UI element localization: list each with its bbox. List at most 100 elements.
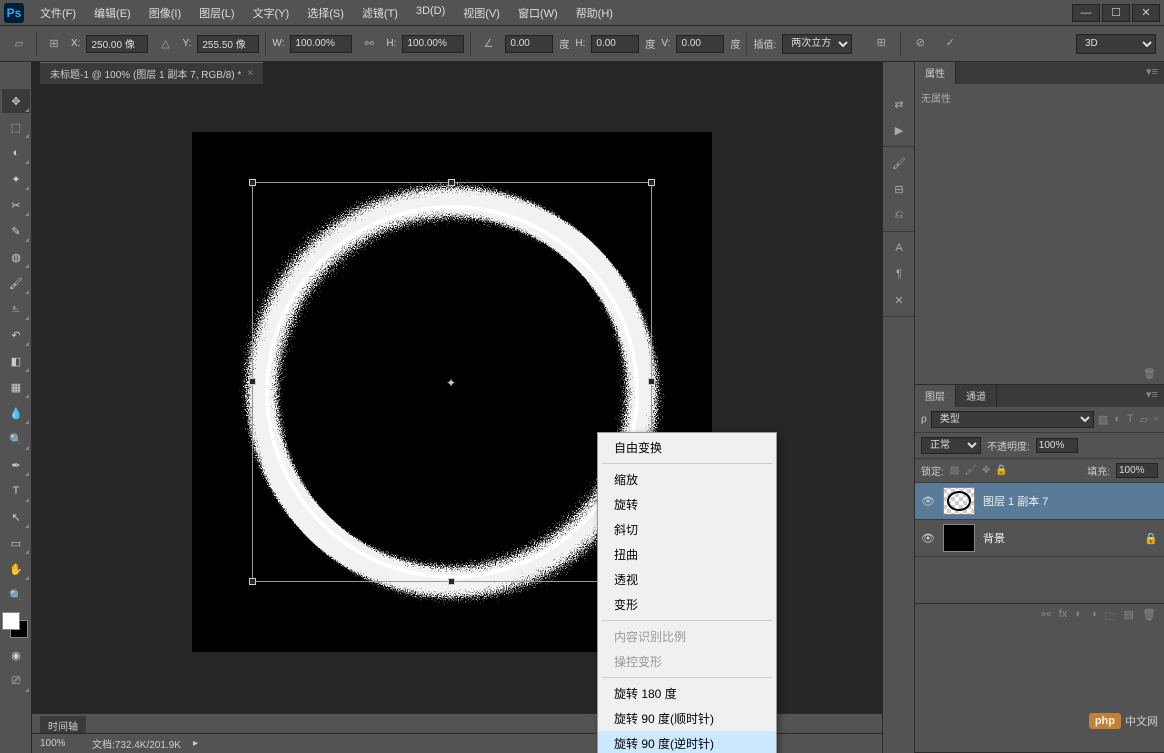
document-tab[interactable]: 未标题-1 @ 100% (图层 1 副本 7, RGB/8) * × xyxy=(40,62,263,84)
delete-layer-icon[interactable]: 🗑 xyxy=(1142,608,1156,627)
menu-file[interactable]: 文件(F) xyxy=(32,1,84,25)
warp-mode-icon[interactable]: ⊞ xyxy=(870,32,892,54)
blend-mode-select[interactable]: 正常 xyxy=(921,437,981,454)
minimize-button[interactable]: — xyxy=(1072,4,1100,22)
filter-smart-icon[interactable]: ▫ xyxy=(1154,413,1158,426)
v-skew-input[interactable] xyxy=(676,35,724,53)
adjustment-layer-icon[interactable]: ◑ xyxy=(1090,608,1097,627)
quick-mask-tool[interactable]: ◉ xyxy=(2,643,30,667)
menu-type[interactable]: 文字(Y) xyxy=(245,1,298,25)
link-layers-icon[interactable]: ⚯ xyxy=(1042,608,1051,627)
brush-panel-icon[interactable]: 🖌 xyxy=(887,151,911,175)
layer-filter-icons[interactable]: ▨ ◐ T ▱ ▫ xyxy=(1098,413,1158,426)
hand-tool[interactable]: ✋ xyxy=(2,557,30,581)
eyedropper-tool[interactable]: ✎ xyxy=(2,219,30,243)
ctx-perspective[interactable]: 透视 xyxy=(598,567,776,592)
pen-tool[interactable]: ✒ xyxy=(2,453,30,477)
y-input[interactable] xyxy=(197,35,259,53)
lasso-tool[interactable]: ◐ xyxy=(2,141,30,165)
actions-panel-icon[interactable]: ▶ xyxy=(887,118,911,142)
properties-tab[interactable]: 属性 xyxy=(915,62,956,84)
status-arrow-icon[interactable]: ▸ xyxy=(193,738,198,749)
ctx-warp[interactable]: 变形 xyxy=(598,592,776,617)
ctx-rotate[interactable]: 旋转 xyxy=(598,492,776,517)
magic-wand-tool[interactable]: ✦ xyxy=(2,167,30,191)
move-tool[interactable]: ✥ xyxy=(2,89,30,113)
lock-image-icon[interactable]: 🖌 xyxy=(964,465,977,476)
layer-fx-icon[interactable]: fx xyxy=(1059,608,1068,627)
ctx-rotate-90cw[interactable]: 旋转 90 度(顺时针) xyxy=(598,706,776,731)
filter-adjustment-icon[interactable]: ◐ xyxy=(1114,413,1121,426)
menu-layer[interactable]: 图层(L) xyxy=(191,1,242,25)
zoom-tool[interactable]: 🔍 xyxy=(2,583,30,607)
menu-view[interactable]: 视图(V) xyxy=(455,1,508,25)
ctx-scale[interactable]: 缩放 xyxy=(598,467,776,492)
layer-thumbnail[interactable] xyxy=(943,487,975,515)
gradient-tool[interactable]: ▦ xyxy=(2,375,30,399)
dodge-tool[interactable]: 🔍 xyxy=(2,427,30,451)
close-button[interactable]: ✕ xyxy=(1132,4,1160,22)
fill-input[interactable] xyxy=(1116,463,1158,478)
close-tab-icon[interactable]: × xyxy=(247,68,253,79)
cancel-transform-icon[interactable]: ⊘ xyxy=(909,32,931,54)
interp-select[interactable]: 两次立方 xyxy=(782,34,852,54)
h-skew-input[interactable] xyxy=(591,35,639,53)
screen-mode-tool[interactable]: ⎚ xyxy=(2,669,30,693)
commit-transform-icon[interactable]: ✓ xyxy=(939,32,961,54)
crop-tool[interactable]: ✂ xyxy=(2,193,30,217)
paragraph-panel-icon[interactable]: ¶ xyxy=(887,262,911,286)
channels-tab[interactable]: 通道 xyxy=(956,385,997,407)
healing-brush-tool[interactable]: ◍ xyxy=(2,245,30,269)
ctx-free-transform[interactable]: 自由变换 xyxy=(598,435,776,460)
maximize-button[interactable]: ☐ xyxy=(1102,4,1130,22)
lock-transparency-icon[interactable]: ▨ xyxy=(950,465,959,476)
rectangle-tool[interactable]: ▭ xyxy=(2,531,30,555)
filter-shape-icon[interactable]: ▱ xyxy=(1140,413,1148,426)
menu-filter[interactable]: 滤镜(T) xyxy=(354,1,406,25)
clone-stamp-tool[interactable]: ⎁ xyxy=(2,297,30,321)
layer-visibility-icon[interactable]: 👁 xyxy=(921,495,935,508)
ctx-rotate-90ccw[interactable]: 旋转 90 度(逆时针) xyxy=(598,731,776,753)
angle-input[interactable] xyxy=(505,35,553,53)
layer-thumbnail[interactable] xyxy=(943,524,975,552)
link-icon[interactable]: ⚯ xyxy=(358,33,380,55)
history-brush-tool[interactable]: ↶ xyxy=(2,323,30,347)
menu-help[interactable]: 帮助(H) xyxy=(568,1,621,25)
h-input[interactable] xyxy=(402,35,464,53)
history-panel-icon[interactable]: ⇄ xyxy=(887,92,911,116)
type-tool[interactable]: T xyxy=(2,479,30,503)
layer-name[interactable]: 背景 xyxy=(983,530,1005,546)
layers-tab[interactable]: 图层 xyxy=(915,385,956,407)
x-input[interactable] xyxy=(86,35,148,53)
opacity-input[interactable] xyxy=(1036,438,1078,453)
color-swatch[interactable] xyxy=(2,612,28,638)
ctx-distort[interactable]: 扭曲 xyxy=(598,542,776,567)
layer-filter-select[interactable]: 类型 xyxy=(931,411,1094,428)
menu-window[interactable]: 窗口(W) xyxy=(510,1,566,25)
styles-panel-icon[interactable]: ✕ xyxy=(887,288,911,312)
layer-item-background[interactable]: 👁 背景 🔒 xyxy=(915,520,1164,557)
marquee-tool[interactable]: ⬚ xyxy=(2,115,30,139)
layers-panel-menu-icon[interactable]: ▾≡ xyxy=(1140,385,1164,407)
filter-type-icon[interactable]: T xyxy=(1127,413,1134,426)
properties-panel-menu-icon[interactable]: ▾≡ xyxy=(1140,62,1164,84)
menu-3d[interactable]: 3D(D) xyxy=(408,1,453,25)
menu-select[interactable]: 选择(S) xyxy=(299,1,352,25)
character-panel-icon[interactable]: A xyxy=(887,236,911,260)
blur-tool[interactable]: 💧 xyxy=(2,401,30,425)
layer-mask-icon[interactable]: ◐ xyxy=(1075,608,1082,627)
layer-group-icon[interactable]: 🗀 xyxy=(1105,608,1116,627)
lock-position-icon[interactable]: ✥ xyxy=(982,465,990,476)
path-selection-tool[interactable]: ↖ xyxy=(2,505,30,529)
w-input[interactable] xyxy=(290,35,352,53)
layer-name[interactable]: 图层 1 副本 7 xyxy=(983,493,1048,509)
brush-tool[interactable]: 🖌 xyxy=(2,271,30,295)
layer-visibility-icon[interactable]: 👁 xyxy=(921,532,935,545)
eraser-tool[interactable]: ◧ xyxy=(2,349,30,373)
ctx-skew[interactable]: 斜切 xyxy=(598,517,776,542)
brush-presets-icon[interactable]: ⊟ xyxy=(887,177,911,201)
workspace-select[interactable]: 3D xyxy=(1076,34,1156,54)
foreground-color[interactable] xyxy=(2,612,20,630)
clone-source-icon[interactable]: ⎌ xyxy=(887,203,911,227)
zoom-input[interactable] xyxy=(40,738,80,749)
